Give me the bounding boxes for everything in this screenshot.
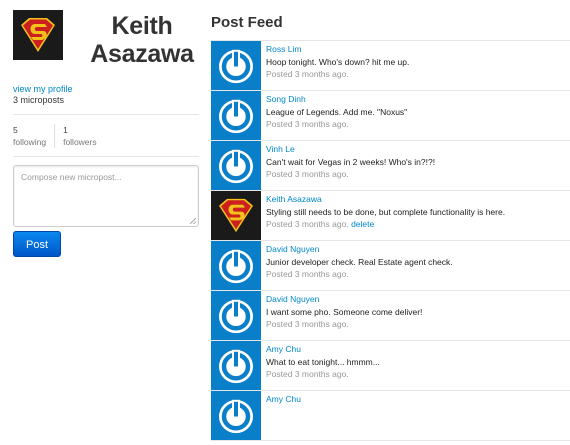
feed-timestamp: Posted 3 months ago. [266, 318, 422, 331]
feed-list: Ross Lim Hoop tonight. Who's down? hit me… [211, 41, 570, 441]
profile-header: Keith Asazawa [13, 8, 199, 78]
default-avatar-icon[interactable] [211, 341, 261, 390]
feed-author-link[interactable]: David Nguyen [266, 243, 453, 256]
feed-item-body: Amy Chu What to eat tonight... hmmm... Pos… [261, 341, 380, 390]
followers-label: followers [63, 137, 97, 147]
feed-author-link[interactable]: Amy Chu [266, 343, 380, 356]
default-avatar-icon[interactable] [211, 91, 261, 140]
feed-item: Amy Chu [211, 391, 570, 441]
feed-timestamp: Posted 3 months ago. [266, 368, 380, 381]
feed-item-body: Keith Asazawa Styling still needs to be d… [261, 191, 505, 240]
feed-timestamp: Posted 3 months ago. [266, 268, 453, 281]
feed-timestamp-text: Posted 3 months ago. [266, 369, 349, 379]
feed-title: Post Feed [211, 0, 570, 41]
feed-timestamp-text: Posted 3 months ago. [266, 219, 349, 229]
default-avatar-icon[interactable] [211, 141, 261, 190]
follow-stats: 5 following 1 followers [13, 115, 199, 157]
feed-content: What to eat tonight... hmmm... [266, 356, 380, 367]
feed-author-link[interactable]: Amy Chu [266, 393, 301, 406]
feed-item-body: David Nguyen Junior developer check. Real… [261, 241, 453, 290]
feed-item: Ross Lim Hoop tonight. Who's down? hit me… [211, 41, 570, 91]
feed-author-link[interactable]: Keith Asazawa [266, 193, 505, 206]
default-avatar-icon[interactable] [211, 41, 261, 90]
feed-content: Styling still needs to be done, but comp… [266, 206, 506, 217]
feed-timestamp: Posted 3 months ago. [266, 168, 435, 181]
superman-logo-icon[interactable] [13, 10, 63, 60]
superman-logo-icon[interactable] [211, 191, 261, 240]
feed-timestamp: Posted 3 months ago. [266, 68, 409, 81]
feed-item: Amy Chu What to eat tonight... hmmm... Pos… [211, 341, 570, 391]
default-avatar-icon[interactable] [211, 391, 261, 440]
feed-content: I want some pho. Someone come deliver! [266, 306, 423, 317]
delete-link[interactable]: delete [351, 219, 374, 229]
feed-author-link[interactable]: Song Dinh [266, 93, 407, 106]
feed-timestamp-text: Posted 3 months ago. [266, 119, 349, 129]
feed-timestamp-text: Posted 3 months ago. [266, 69, 349, 79]
resize-grip-icon[interactable] [190, 218, 196, 224]
feed-item-body: David Nguyen I want some pho. Someone com… [261, 291, 422, 340]
feed-timestamp-text: Posted 3 months ago. [266, 169, 349, 179]
feed-item-body: Ross Lim Hoop tonight. Who's down? hit me… [261, 41, 409, 90]
post-button[interactable]: Post [13, 231, 61, 257]
following-count: 5 [13, 125, 18, 135]
feed-item: Vinh Le Can't wait for Vegas in 2 weeks! … [211, 141, 570, 191]
feed-item-body: Song Dinh League of Legends. Add me. "Nox… [261, 91, 407, 140]
feed-item: Song Dinh League of Legends. Add me. "Nox… [211, 91, 570, 141]
feed-item-body: Amy Chu [261, 391, 301, 440]
feed-item: Keith Asazawa Styling still needs to be d… [211, 191, 570, 241]
following-stat[interactable]: 5 following [13, 124, 56, 148]
feed-content: Can't wait for Vegas in 2 weeks! Who's i… [266, 156, 436, 167]
microposts-count: 3 microposts [13, 95, 65, 105]
feed-item: David Nguyen I want some pho. Someone com… [211, 291, 570, 341]
feed-timestamp-text: Posted 3 months ago. [266, 269, 349, 279]
feed-item: David Nguyen Junior developer check. Real… [211, 241, 570, 291]
profile-name: Keith Asazawa [90, 12, 194, 68]
feed-author-link[interactable]: Ross Lim [266, 43, 409, 56]
feed-content: League of Legends. Add me. "Noxus" [266, 106, 408, 117]
feed-timestamp-text: Posted 3 months ago. [266, 319, 349, 329]
micropost-compose-input[interactable]: Compose new micropost... [13, 165, 199, 227]
followers-count: 1 [63, 125, 68, 135]
following-label: following [13, 137, 47, 147]
feed-author-link[interactable]: David Nguyen [266, 293, 422, 306]
feed-author-link[interactable]: Vinh Le [266, 143, 435, 156]
default-avatar-icon[interactable] [211, 291, 261, 340]
feed-timestamp: Posted 3 months ago. delete [266, 218, 505, 231]
profile-sidebar: Keith Asazawa view my profile 3 micropos… [13, 8, 199, 257]
followers-stat[interactable]: 1 followers [63, 124, 97, 148]
feed-timestamp: Posted 3 months ago. [266, 118, 407, 131]
feed-item-body: Vinh Le Can't wait for Vegas in 2 weeks! … [261, 141, 435, 190]
feed-content: Junior developer check. Real Estate agen… [266, 256, 453, 267]
view-profile-link[interactable]: view my profile [13, 84, 199, 95]
compose-placeholder: Compose new micropost... [21, 172, 122, 182]
feed-content: Hoop tonight. Who's down? hit me up. [266, 56, 410, 67]
default-avatar-icon[interactable] [211, 241, 261, 290]
profile-links: view my profile 3 microposts [13, 84, 199, 115]
post-feed: Post Feed Ross Lim Hoop tonight. Who's do… [211, 0, 570, 441]
